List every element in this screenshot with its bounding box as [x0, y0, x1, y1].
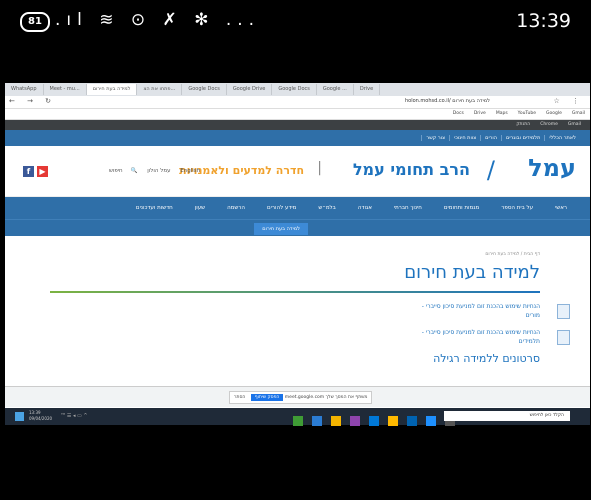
admin-link[interactable]: התנתק [511, 122, 535, 127]
bookmark[interactable]: Maps [491, 109, 513, 119]
page-content: דף הבית / למידה בעת חירום למידה בעת חירו… [5, 236, 590, 386]
browser-tab-active[interactable]: למידה בעת חירום [86, 84, 138, 95]
nav-item[interactable]: מגמות ותחומים [433, 205, 490, 211]
section-heading: סרטונים ללמידה רגילה [433, 352, 540, 365]
browser-tab[interactable]: Google Docs [182, 84, 227, 95]
browser-tab[interactable]: Google Docs [272, 84, 317, 95]
bookmark[interactable]: YouTube [513, 109, 541, 119]
school-name: הרב תחומי עמל [352, 160, 470, 179]
bookmark[interactable]: Drive [469, 109, 491, 119]
bookmark[interactable]: Gmail [567, 109, 590, 119]
site-header: עמל / הרב תחומי עמל | חדרה למדעים ולאמנו… [5, 146, 590, 197]
explorer-icon[interactable] [312, 416, 322, 426]
nav-item[interactable]: על בית הספר [490, 205, 544, 211]
windows-start-icon[interactable] [15, 412, 24, 421]
stop-sharing-button[interactable]: הפסק שיתוף [250, 394, 284, 401]
nav-item[interactable]: הרשמה [216, 205, 256, 211]
bookmarks-bar: GmailGoogleYouTubeMapsDriveDocs [5, 109, 590, 120]
header-tools: עמל הולון 🔍חיפוש English [105, 168, 204, 174]
nav-item[interactable]: שעון [184, 205, 216, 211]
document-icon [557, 330, 570, 345]
utility-link[interactable]: הורים [480, 135, 502, 141]
browser-tab[interactable]: Drive [354, 84, 381, 95]
folder-icon[interactable] [388, 416, 398, 426]
document-link-line1: הנחיות שימוש בהכנת זום למניעת סיכון סייב… [421, 329, 540, 336]
document-link-line2: תלמידים [518, 338, 540, 345]
nav-item[interactable]: אגודה [347, 205, 383, 211]
taskbar-date: 09/04/2020 [29, 416, 53, 421]
share-message: meet.google.com משתף את המסך שלך [284, 395, 368, 400]
hide-button[interactable]: הסתר [234, 395, 245, 400]
status-clock: 13:39 [516, 10, 571, 32]
back-forward-reload-icons[interactable]: ← → ↻ [9, 97, 56, 105]
utility-link[interactable]: תלמידים ובוגרים [501, 135, 545, 141]
screen-share-bar: הסתר הפסק שיתוף meet.google.com משתף את … [5, 386, 590, 407]
document-link-line2: מורים [525, 312, 540, 319]
nav-item[interactable]: ראשי [544, 205, 578, 211]
taskbar-clock[interactable]: 13:39 09/04/2020 [29, 410, 52, 422]
document-link[interactable]: הנחיות שימוש בהכנת זום למניעת סיכון סייב… [422, 328, 540, 346]
nav-item[interactable]: חדשות ועדכונים [125, 205, 184, 211]
chrome-icon[interactable] [331, 416, 341, 426]
utility-link[interactable]: צור קשר [421, 135, 450, 141]
page-title: למידה בעת חירום [404, 262, 540, 283]
amal-logo[interactable]: עמל [528, 154, 576, 182]
document-link-line1: הנחיות שימוש בהכנת זום למניעת סיכון סייב… [421, 303, 540, 310]
screen-share-notice: הסתר הפסק שיתוף meet.google.com משתף את … [229, 391, 373, 404]
monitor-screen: WhatsApp Meet - mu... למידה בעת חירום פתחו … [5, 83, 590, 423]
nav-item[interactable]: מידע להורים [256, 205, 307, 211]
store-icon[interactable] [369, 416, 379, 426]
taskbar-search-input[interactable]: הקלד כאן לחיפוש [444, 411, 570, 421]
excel-icon[interactable] [293, 416, 303, 426]
nav-item[interactable]: חינוך חברתי [383, 205, 433, 211]
browser-tab[interactable]: Meet - mu... [44, 84, 87, 95]
address-bar: ← → ↻ holon.mohsd.co.il/ למידה בעת חירום… [5, 96, 590, 109]
title-separator: | [317, 160, 322, 176]
nav-item[interactable]: בלמ״ש [307, 205, 346, 211]
subnav-active-item[interactable]: למידה בעת חירום [254, 223, 308, 235]
admin-link[interactable]: Chrome [535, 122, 563, 127]
title-underline [50, 291, 540, 293]
sub-nav: למידה בעת חירום [5, 219, 590, 236]
document-icon [557, 304, 570, 319]
url-field[interactable]: holon.mohsd.co.il/ למידה בעת חירום [405, 98, 490, 104]
facebook-icon[interactable]: f [23, 166, 34, 177]
system-tray-icons[interactable]: ᵀᴴ ☰ ◂ ▭ ^ [61, 413, 88, 419]
login-link[interactable]: עמל הולון [143, 168, 174, 174]
browser-tab-strip: WhatsApp Meet - mu... למידה בעת חירום פתחו … [5, 83, 590, 96]
windows-taskbar: 13:39 09/04/2020 ᵀᴴ ☰ ◂ ▭ ^ הקלד כאן לחי… [5, 408, 590, 426]
utility-links-bar: לאתר הכלליתלמידים ובוגריםהוריםצוות חינוכ… [5, 130, 590, 146]
main-nav: ראשיעל בית הספרמגמות ותחומיםחינוך חברתיא… [5, 197, 590, 219]
bookmark[interactable]: Docs [448, 109, 469, 119]
browser-tab[interactable]: Google Drive [227, 84, 273, 95]
utility-link[interactable]: לאתר הכללי [544, 135, 580, 141]
document-link[interactable]: הנחיות שימוש בהכנת זום למניעת סיכון סייב… [422, 302, 540, 320]
star-icon[interactable]: ☆ ⋮ [553, 97, 584, 105]
status-icons: .ıl ≋ ⊙ ✗ ✻ ... [55, 10, 261, 30]
search-icon[interactable]: 🔍 [127, 168, 142, 174]
battery-icon: 81 [20, 12, 50, 32]
breadcrumb[interactable]: דף הבית / למידה בעת חירום [485, 252, 540, 257]
site-admin-bar: Chrome Gmail התנתק [5, 120, 590, 130]
browser-tab[interactable]: Google ... [317, 84, 354, 95]
onenote-icon[interactable] [350, 416, 360, 426]
admin-link[interactable]: Gmail [563, 122, 586, 127]
phone-status-bar: 81 .ıl ≋ ⊙ ✗ ✻ ... 13:39 [0, 0, 591, 42]
utility-link[interactable]: צוות חינוכי [449, 135, 481, 141]
edge-icon[interactable] [426, 416, 436, 426]
taskbar-apps [293, 411, 464, 430]
bookmark[interactable]: Google [541, 109, 567, 119]
youtube-icon[interactable]: ▶ [37, 166, 48, 177]
browser-tab[interactable]: פתחו את הצ... [137, 84, 183, 95]
browser-tab[interactable]: WhatsApp [5, 84, 44, 95]
mail-icon[interactable] [407, 416, 417, 426]
search-link[interactable]: חיפוש [105, 168, 127, 174]
language-link[interactable]: English [176, 168, 204, 174]
logo-divider: / [486, 156, 495, 184]
